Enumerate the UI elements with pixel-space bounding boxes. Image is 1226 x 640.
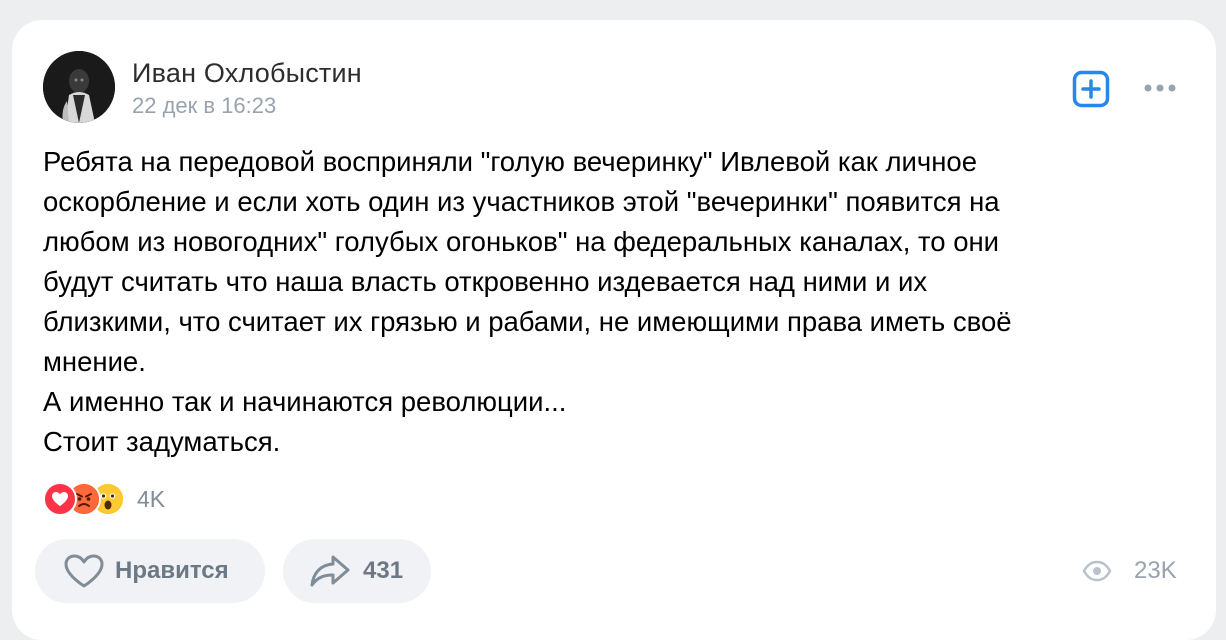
like-button[interactable]: Нравится [35,539,265,603]
author-name[interactable]: Иван Охлобыстин [132,58,362,89]
share-arrow-icon [310,555,350,587]
reactions-summary[interactable]: 4K [43,482,165,516]
post-card: Иван Охлобыстин 22 дек в 16:23 Ребята на… [12,20,1216,640]
heart-outline-icon [64,554,104,588]
more-horizontal-icon [1144,84,1176,92]
share-count: 431 [363,557,404,584]
subscribe-button[interactable] [1072,70,1110,108]
author-avatar[interactable] [43,51,115,123]
heart-reaction-icon [43,482,77,516]
post-date[interactable]: 22 дек в 16:23 [132,93,276,119]
eye-icon [1082,560,1112,582]
share-button[interactable]: 431 [283,539,431,603]
views-counter: 23K [1082,557,1177,585]
plus-square-icon [1072,70,1110,108]
post-text: Ребята на передовой восприняли "голую ве… [43,146,1012,457]
views-count: 23K [1134,557,1177,584]
more-options-button[interactable] [1142,78,1178,98]
reactions-count: 4K [137,485,166,512]
avatar-image [43,51,115,123]
like-label: Нравится [115,557,229,584]
